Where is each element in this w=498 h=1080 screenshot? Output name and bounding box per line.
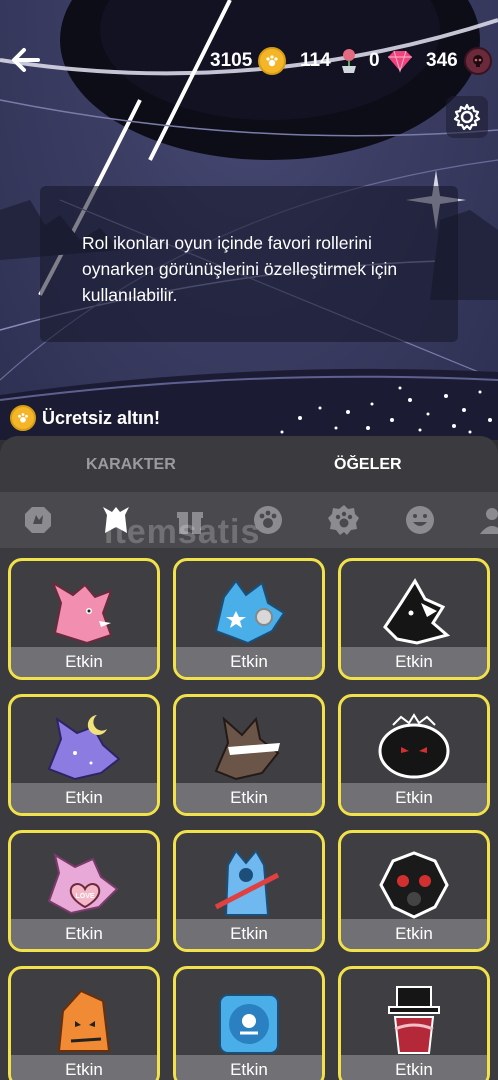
gold-coin-icon xyxy=(258,47,287,75)
vinyl-skull-icon xyxy=(219,994,279,1054)
item-card-blue-star-wolf[interactable]: Etkin xyxy=(173,558,325,680)
rose-icon xyxy=(337,48,361,74)
item-card-black-white-dragon[interactable]: Etkin xyxy=(338,558,490,680)
skull-coin-balance[interactable]: 346 xyxy=(426,46,492,76)
pink-gem-balance[interactable]: 0 xyxy=(369,46,414,76)
masked-brown-wolf-icon xyxy=(214,716,280,781)
rose-balance[interactable]: 114 xyxy=(300,46,361,76)
item-status-label: Etkin xyxy=(11,647,157,677)
item-status-label: Etkin xyxy=(11,919,157,949)
tab-karakter[interactable]: KARAKTER xyxy=(86,456,176,474)
person-icon[interactable] xyxy=(474,502,498,538)
settings-gear-icon[interactable] xyxy=(446,96,488,138)
blue-star-wolf-icon xyxy=(214,579,286,645)
svg-text:LOVE: LOVE xyxy=(75,893,94,900)
love-wolf-icon: LOVE xyxy=(47,852,119,915)
pink-wolf-icon xyxy=(50,580,113,645)
pink-gem-icon xyxy=(386,49,414,73)
skull-coin-count: 346 xyxy=(426,50,458,71)
item-card-pink-wolf[interactable]: Etkin xyxy=(8,558,160,680)
category-icon-bar xyxy=(0,492,498,548)
item-card-masked-brown-wolf[interactable]: Etkin xyxy=(173,694,325,816)
tophat-snake-icon xyxy=(388,986,440,1054)
wolf-head-icon[interactable] xyxy=(98,502,134,538)
item-status-label: Etkin xyxy=(176,1055,322,1080)
item-card-blue-cat-guitar[interactable]: Etkin xyxy=(173,830,325,952)
pink-gem-count: 0 xyxy=(369,50,380,71)
top-bar: 3105 114 0 346 xyxy=(0,38,498,84)
tab-ogeler[interactable]: ÖĞELER xyxy=(334,456,402,474)
info-text: Rol ikonları oyun içinde favori rollerin… xyxy=(82,233,398,305)
items-panel: KARAKTER ÖĞELER Etkin Etkin Etkin Etkin … xyxy=(0,436,498,1080)
coin-count: 3105 xyxy=(210,50,253,71)
item-status-label: Etkin xyxy=(176,919,322,949)
item-card-black-lace-wolf[interactable]: Etkin xyxy=(338,694,490,816)
item-status-label: Etkin xyxy=(176,783,322,813)
black-white-dragon-icon xyxy=(383,578,451,645)
smile-icon[interactable] xyxy=(402,502,438,538)
free-gold-button[interactable]: Ücretsiz altın! xyxy=(10,405,160,431)
item-card-night-moon-wolf[interactable]: Etkin xyxy=(8,694,160,816)
item-card-vinyl-skull[interactable]: Etkin xyxy=(173,966,325,1080)
back-arrow-icon[interactable] xyxy=(6,40,46,80)
gift-icon[interactable] xyxy=(172,502,208,538)
item-status-label: Etkin xyxy=(176,647,322,677)
tab-bar: KARAKTER ÖĞELER xyxy=(0,436,498,492)
item-status-label: Etkin xyxy=(341,783,487,813)
rose-count: 114 xyxy=(300,50,331,71)
item-card-love-wolf[interactable]: LOVE Etkin xyxy=(8,830,160,952)
badge-icon[interactable] xyxy=(20,502,56,538)
info-box: Rol ikonları oyun içinde favori rollerin… xyxy=(40,186,458,342)
item-status-label: Etkin xyxy=(11,1055,157,1080)
item-status-label: Etkin xyxy=(341,919,487,949)
coin-balance[interactable]: 3105 xyxy=(210,46,287,76)
item-card-tophat-snake[interactable]: Etkin xyxy=(338,966,490,1080)
paw-icon[interactable] xyxy=(250,502,286,538)
skull-coin-icon xyxy=(463,47,492,75)
gold-coin-icon xyxy=(10,405,36,431)
item-card-fire-note-wolf[interactable]: Etkin xyxy=(8,966,160,1080)
item-status-label: Etkin xyxy=(341,1055,487,1080)
night-moon-wolf-icon xyxy=(47,715,121,781)
free-gold-label: Ücretsiz altın! xyxy=(42,407,161,428)
blue-cat-guitar-icon xyxy=(214,849,280,916)
gasmask-wolf-icon xyxy=(379,851,449,919)
paw-badge-icon[interactable] xyxy=(326,502,362,538)
fire-note-wolf-icon xyxy=(57,989,111,1052)
black-lace-wolf-icon xyxy=(378,713,450,779)
item-status-label: Etkin xyxy=(341,647,487,677)
item-card-gasmask-wolf[interactable]: Etkin xyxy=(338,830,490,952)
item-status-label: Etkin xyxy=(11,783,157,813)
